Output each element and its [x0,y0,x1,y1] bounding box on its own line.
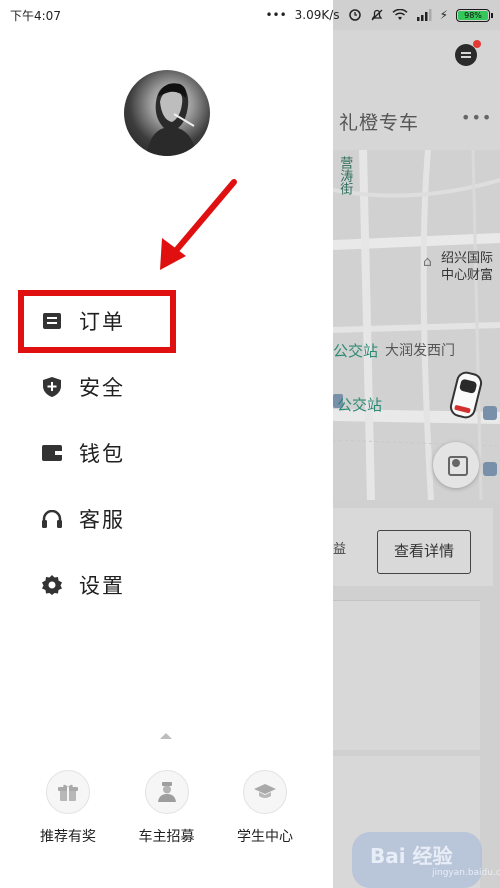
watermark-logo: Bai 经验 [370,844,453,868]
menu-label-safety: 安全 [79,376,125,400]
map-label-road: 大润发西门 [385,343,455,359]
expand-caret-icon[interactable] [160,733,172,739]
map-roads [333,150,500,500]
bottom-label-student-center: 学生中心 [237,829,293,845]
graduation-cap-icon [243,770,287,814]
map-label-bus-stop-2: 公交站 [337,396,383,414]
shield-icon [42,377,62,397]
home-icon: ⌂ [423,254,432,270]
battery-level: 98% [458,10,488,20]
gear-icon [42,575,62,595]
bottom-item-driver-recruit[interactable]: 车主招募 [127,770,207,846]
watermark-url: jingyan.baidu.com [432,868,500,878]
menu-item-settings[interactable]: 设置 [0,552,333,618]
network-speed: 3.09K/s [294,8,340,22]
menu-label-service: 客服 [79,508,125,532]
bottom-item-referral[interactable]: 推荐有奖 [28,770,108,846]
signal-icon [416,9,432,21]
menu-item-safety[interactable]: 安全 [0,354,333,420]
drawer-bottom-row: 推荐有奖 车主招募 学生中心 [0,770,333,846]
alarm-icon [348,9,361,21]
dots-icon: ••• [265,8,287,22]
map-label-poi: 绍兴国际中心财富 [441,251,494,283]
wallet-icon [42,443,62,463]
notification-dot [473,40,481,48]
bottom-label-driver-recruit: 车主招募 [138,829,195,845]
headset-icon [42,509,62,529]
bottom-label-referral: 推荐有奖 [40,829,96,845]
avatar-photo [146,83,196,156]
driver-icon [144,770,189,814]
bottom-panel [333,600,480,750]
more-icon[interactable]: ••• [461,108,492,127]
bottom-item-student-center[interactable]: 学生中心 [225,770,305,846]
status-bar: 下午4:07 ••• 3.09K/s ⚡ 98% [0,0,500,30]
side-drawer: 订单 安全 钱包 客服 设置 推荐有奖 车主招募 学生中心 [0,0,333,888]
map-label-bus-stop: 公交站 [333,342,379,360]
charging-icon: ⚡ [439,8,448,22]
mute-icon [371,9,383,21]
message-icon[interactable] [455,44,477,66]
gift-icon [46,770,90,814]
menu-item-service[interactable]: 客服 [0,486,333,552]
view-detail-button[interactable]: 查看详情 [377,530,471,574]
service-title: 礼橙专车 [339,112,420,134]
status-time: 下午4:07 [10,8,61,23]
wifi-icon [392,9,408,20]
annotation-highlight-box [18,290,176,353]
bus-stop-icon [483,462,497,476]
menu-label-wallet: 钱包 [79,442,125,466]
card-text: 益 [333,542,347,557]
battery-icon: 98% [456,8,493,22]
menu-item-wallet[interactable]: 钱包 [0,420,333,486]
map-view[interactable]: 营涛街 ⌂ 绍兴国际中心财富 公交站 大润发西门 公交站 [333,150,500,500]
annotation-arrow [160,179,237,270]
status-icons: ••• 3.09K/s ⚡ 98% [265,8,493,22]
avatar[interactable] [124,70,210,156]
map-label-street: 营涛街 [337,156,353,195]
order-card: 益 查看详情 [333,508,493,586]
background-screen: 礼橙专车 ••• 营涛街 ⌂ 绍兴国际中心财富 公交站 大润发西门 公交站 益 … [333,0,500,888]
bus-stop-icon [483,406,497,420]
locate-button[interactable] [433,442,479,488]
menu-label-settings: 设置 [79,574,125,598]
